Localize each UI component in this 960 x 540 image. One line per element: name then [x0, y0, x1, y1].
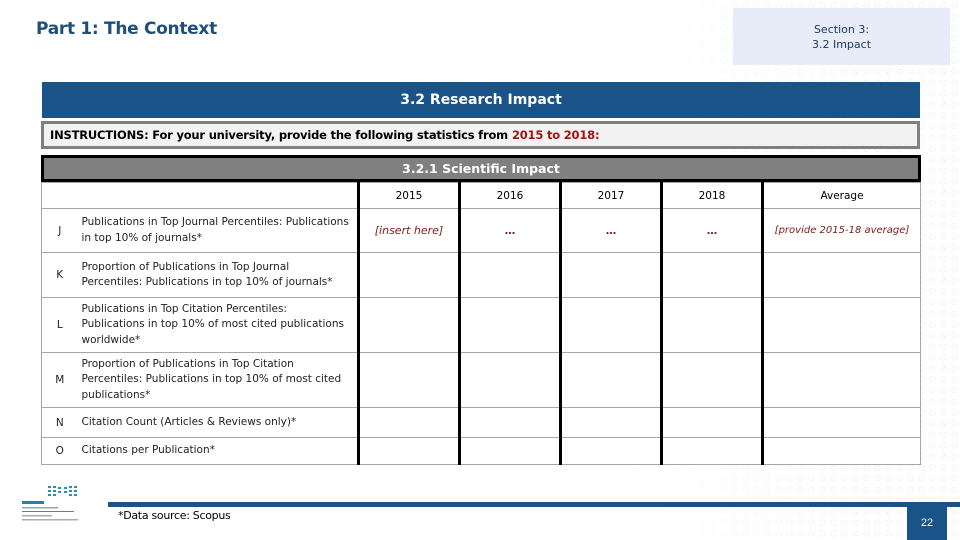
row-code: O	[41, 437, 78, 465]
cell-2017[interactable]	[559, 297, 662, 353]
row-code: L	[41, 297, 78, 353]
cell-2018[interactable]	[660, 297, 763, 353]
header-blank-cell	[41, 182, 359, 209]
cell-2018[interactable]	[660, 352, 763, 408]
column-header-2017: 2017	[559, 182, 662, 209]
insert-placeholder: [insert here]	[374, 224, 444, 237]
cell-2018[interactable]	[660, 252, 763, 298]
table-header-row: 2015 2016 2017 2018 Average	[41, 182, 921, 209]
cell-2017[interactable]	[559, 437, 662, 465]
row-label: Publications in Top Citation Percentiles…	[77, 297, 359, 353]
table-row: J Publications in Top Journal Percentile…	[41, 208, 921, 253]
table-row: N Citation Count (Articles & Reviews onl…	[41, 407, 921, 438]
cell-2015[interactable]	[357, 297, 460, 353]
cell-2017[interactable]	[559, 252, 662, 298]
ellipsis-placeholder: …	[605, 224, 617, 237]
ministry-of-education-logo	[18, 484, 98, 530]
cell-2015[interactable]	[357, 352, 460, 408]
row-label: Citations per Publication*	[77, 437, 359, 465]
section-indicator: Section 3: 3.2 Impact	[733, 8, 950, 65]
column-header-2018: 2018	[660, 182, 763, 209]
instructions-box: INSTRUCTIONS: For your university, provi…	[41, 121, 920, 149]
cell-2017[interactable]: …	[559, 208, 662, 253]
row-code: J	[41, 208, 78, 253]
cell-2015[interactable]: [insert here]	[357, 208, 460, 253]
cell-2017[interactable]	[559, 352, 662, 408]
column-header-average: Average	[761, 182, 921, 209]
cell-average[interactable]	[761, 352, 921, 408]
table-row: K Proportion of Publications in Top Jour…	[41, 252, 921, 298]
cell-2016[interactable]: …	[458, 208, 561, 253]
cell-average[interactable]: [provide 2015-18 average]	[761, 208, 921, 253]
cell-2018[interactable]	[660, 437, 763, 465]
page-title: Part 1: The Context	[36, 19, 217, 39]
cell-2016[interactable]	[458, 407, 561, 438]
row-label: Proportion of Publications in Top Citati…	[77, 352, 359, 408]
table-row: M Proportion of Publications in Top Cita…	[41, 352, 921, 408]
cell-2016[interactable]	[458, 297, 561, 353]
cell-average[interactable]	[761, 297, 921, 353]
row-code: K	[41, 252, 78, 298]
cell-average[interactable]	[761, 407, 921, 438]
cell-average[interactable]	[761, 252, 921, 298]
page-number: 22	[907, 505, 947, 540]
cell-2015[interactable]	[357, 252, 460, 298]
subsection-banner: 3.2.1 Scientific Impact	[41, 155, 921, 182]
section-banner: 3.2 Research Impact	[42, 82, 920, 118]
cell-average[interactable]	[761, 437, 921, 465]
cell-2018[interactable]	[660, 407, 763, 438]
row-code: N	[41, 407, 78, 438]
column-header-2015: 2015	[357, 182, 460, 209]
column-header-2016: 2016	[458, 182, 561, 209]
section-number: Section 3:	[813, 22, 870, 36]
cell-2015[interactable]	[357, 437, 460, 465]
ellipsis-placeholder: …	[504, 224, 516, 237]
cell-2016[interactable]	[458, 252, 561, 298]
table-row: L Publications in Top Citation Percentil…	[41, 297, 921, 353]
scientific-impact-table: 2015 2016 2017 2018 Average J Publicatio…	[41, 182, 921, 465]
cell-2018[interactable]: …	[660, 208, 763, 253]
row-label: Citation Count (Articles & Reviews only)…	[77, 407, 359, 438]
cell-2017[interactable]	[559, 407, 662, 438]
footer-divider	[108, 502, 960, 507]
row-code: M	[41, 352, 78, 408]
data-source-footnote: *Data source: Scopus	[118, 509, 231, 522]
average-placeholder: [provide 2015-18 average]	[774, 224, 910, 236]
cell-2016[interactable]	[458, 352, 561, 408]
instructions-text: INSTRUCTIONS: For your university, provi…	[50, 128, 508, 142]
ellipsis-placeholder: …	[706, 224, 718, 237]
row-label: Publications in Top Journal Percentiles:…	[77, 208, 359, 253]
instructions-year-range: 2015 to 2018:	[511, 128, 600, 142]
cell-2015[interactable]	[357, 407, 460, 438]
cell-2016[interactable]	[458, 437, 561, 465]
section-name: 3.2 Impact	[811, 37, 872, 51]
table-row: O Citations per Publication*	[41, 437, 921, 465]
row-label: Proportion of Publications in Top Journa…	[77, 252, 359, 298]
